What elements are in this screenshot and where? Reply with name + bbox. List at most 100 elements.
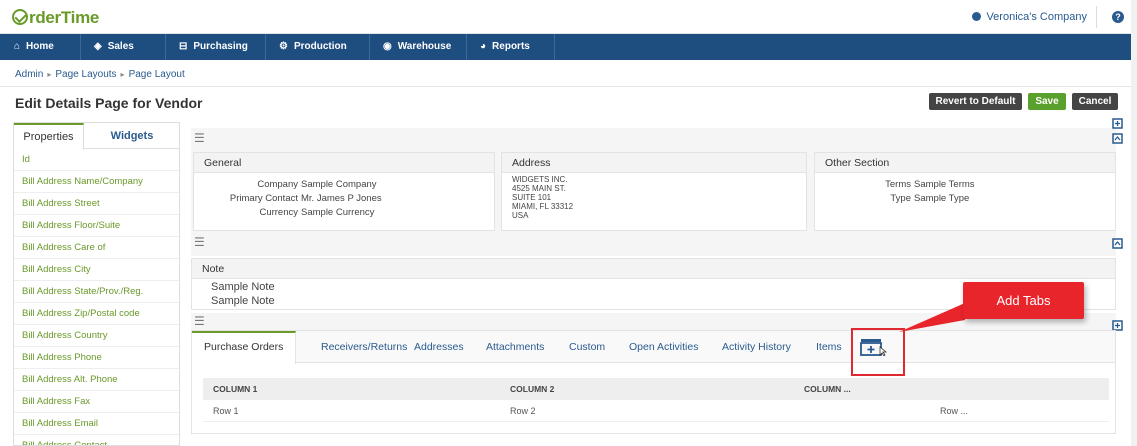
help-icon[interactable]: ? — [1112, 11, 1124, 23]
table-cell: Row 2 — [510, 406, 536, 416]
type-value: Sample Type — [914, 193, 970, 204]
company-value: Sample Company — [301, 179, 377, 190]
company-switcher[interactable]: Veronica's Company — [972, 11, 1087, 23]
property-list: Id Bill Address Name/Company Bill Addres… — [14, 149, 179, 445]
drag-handle-icon[interactable]: ☰ — [194, 131, 205, 145]
cancel-button[interactable]: Cancel — [1072, 93, 1118, 110]
nav-reports[interactable]: ◕ Reports — [466, 34, 554, 60]
other-section[interactable]: Other Section Terms Sample Terms Type Samp… — [814, 152, 1116, 231]
save-button[interactable]: Save — [1028, 93, 1066, 110]
address-line: MIAMI, FL 33312 — [512, 202, 574, 211]
property-item[interactable]: Bill Address Fax — [14, 391, 179, 413]
tab-open-activities[interactable]: Open Activities — [629, 331, 698, 363]
breadcrumb-separator: ▸ — [120, 70, 125, 79]
add-tabs-callout: Add Tabs — [963, 282, 1084, 319]
tab-items[interactable]: Items — [816, 331, 842, 363]
fields-panel-tabs: Properties Widgets — [14, 123, 179, 150]
general-section-title: General — [194, 153, 494, 173]
address-block: WIDGETS INC. 4525 MAIN ST. SUITE 101 MIA… — [512, 175, 573, 220]
collapse-row-icon[interactable] — [1112, 238, 1123, 249]
revert-to-default-button[interactable]: Revert to Default — [929, 93, 1022, 110]
nav-warehouse[interactable]: ◉ Warehouse — [369, 34, 466, 60]
breadcrumb-page-layout[interactable]: Page Layout — [129, 69, 185, 80]
cogs-icon: ⚙ — [279, 41, 288, 52]
company-label: Company — [257, 179, 298, 190]
terms-label: Terms — [885, 179, 911, 190]
currency-value: Sample Currency — [301, 207, 375, 218]
tab-attachments[interactable]: Attachments — [486, 331, 544, 363]
nav-sales[interactable]: ◈ Sales — [80, 34, 165, 60]
nav-separator — [554, 34, 555, 60]
property-item[interactable]: Bill Address Street — [14, 193, 179, 215]
note-line: Sample Note — [211, 281, 275, 293]
sample-table: COLUMN 1 COLUMN 2 COLUMN ... Row 1 Row 2… — [203, 378, 1109, 422]
address-line: SUITE 101 — [512, 193, 552, 202]
logo-check-icon — [12, 9, 28, 25]
ordertime-logo[interactable]: rderTime — [12, 7, 99, 28]
property-item[interactable]: Bill Address Country — [14, 325, 179, 347]
property-item[interactable]: Bill Address Floor/Suite — [14, 215, 179, 237]
row-header-zone — [191, 128, 1116, 150]
table-header: COLUMN 1 COLUMN 2 COLUMN ... — [203, 378, 1109, 400]
property-item[interactable]: Bill Address Phone — [14, 347, 179, 369]
drag-handle-icon[interactable]: ☰ — [194, 314, 205, 328]
home-icon: ⌂ — [14, 41, 21, 52]
property-item[interactable]: Bill Address Care of — [14, 237, 179, 259]
note-line: Sample Note — [211, 295, 275, 307]
tabs-section: Purchase Orders Receivers/Returns Addres… — [191, 330, 1116, 434]
address-line: WIDGETS INC. — [512, 175, 568, 184]
column-header: COLUMN 1 — [213, 384, 258, 394]
tab-widgets[interactable]: Widgets — [84, 123, 179, 149]
table-cell: Row 1 — [213, 406, 239, 416]
breadcrumb-separator: ▸ — [47, 70, 52, 79]
tab-bar: Purchase Orders Receivers/Returns Addres… — [192, 331, 1115, 364]
tab-receivers-returns[interactable]: Receivers/Returns — [321, 331, 407, 363]
general-section[interactable]: General Company Sample Company Primary Co… — [193, 152, 495, 231]
tab-purchase-orders[interactable]: Purchase Orders — [192, 331, 297, 364]
table-cell: Row ... — [940, 406, 969, 416]
page-scrollbar[interactable] — [1131, 0, 1137, 446]
breadcrumb-divider — [0, 86, 1131, 87]
main-nav: ⌂ Home ◈ Sales ⊟ Purchasing ⚙ Production ◉ Wa… — [0, 34, 1131, 60]
note-section-title: Note — [192, 259, 1115, 279]
topbar-divider — [1096, 6, 1097, 28]
property-item[interactable]: Bill Address Alt. Phone — [14, 369, 179, 391]
property-item[interactable]: Bill Address Zip/Postal code — [14, 303, 179, 325]
other-section-title: Other Section — [815, 153, 1115, 173]
address-line: USA — [512, 211, 529, 220]
address-section-title: Address — [502, 153, 806, 173]
tab-custom[interactable]: Custom — [569, 331, 605, 363]
breadcrumb-page-layouts[interactable]: Page Layouts — [55, 69, 116, 80]
property-item[interactable]: Bill Address Email — [14, 413, 179, 435]
primary-contact-value: Mr. James P Jones — [301, 193, 382, 204]
collapse-row-icon[interactable] — [1112, 133, 1123, 144]
breadcrumb-admin[interactable]: Admin — [15, 69, 43, 80]
tab-properties[interactable]: Properties — [14, 123, 84, 150]
tab-activity-history[interactable]: Activity History — [722, 331, 791, 363]
property-item[interactable]: Id — [14, 149, 179, 171]
property-item[interactable]: Bill Address Name/Company — [14, 171, 179, 193]
type-field: Type Sample Type — [815, 193, 969, 204]
address-section[interactable]: Address WIDGETS INC. 4525 MAIN ST. SUITE… — [501, 152, 807, 231]
breadcrumb: Admin ▸ Page Layouts ▸ Page Layout — [15, 69, 185, 80]
tab-addresses[interactable]: Addresses — [414, 331, 464, 363]
terms-field: Terms Sample Terms — [815, 179, 974, 190]
drag-handle-icon[interactable]: ☰ — [194, 235, 205, 249]
company-field: Company Sample Company — [194, 179, 377, 190]
nav-purchasing[interactable]: ⊟ Purchasing — [165, 34, 265, 60]
currency-field: Currency Sample Currency — [194, 207, 374, 218]
primary-contact-field: Primary Contact Mr. James P Jones — [194, 193, 382, 204]
property-item[interactable]: Bill Address City — [14, 259, 179, 281]
add-row-icon[interactable] — [1112, 118, 1123, 129]
nav-production[interactable]: ⚙ Production — [265, 34, 369, 60]
primary-contact-label: Primary Contact — [229, 193, 298, 204]
gear-icon — [972, 12, 982, 21]
currency-label: Currency — [259, 207, 298, 218]
property-item[interactable]: Bill Address Contact — [14, 435, 179, 445]
fields-panel: Properties Widgets Id Bill Address Name/… — [13, 122, 180, 446]
property-item[interactable]: Bill Address State/Prov./Reg. — [14, 281, 179, 303]
nav-home[interactable]: ⌂ Home — [0, 34, 80, 60]
tag-icon: ◈ — [94, 41, 102, 52]
page-title: Edit Details Page for Vendor — [15, 95, 203, 111]
row-header-zone — [191, 233, 1116, 256]
